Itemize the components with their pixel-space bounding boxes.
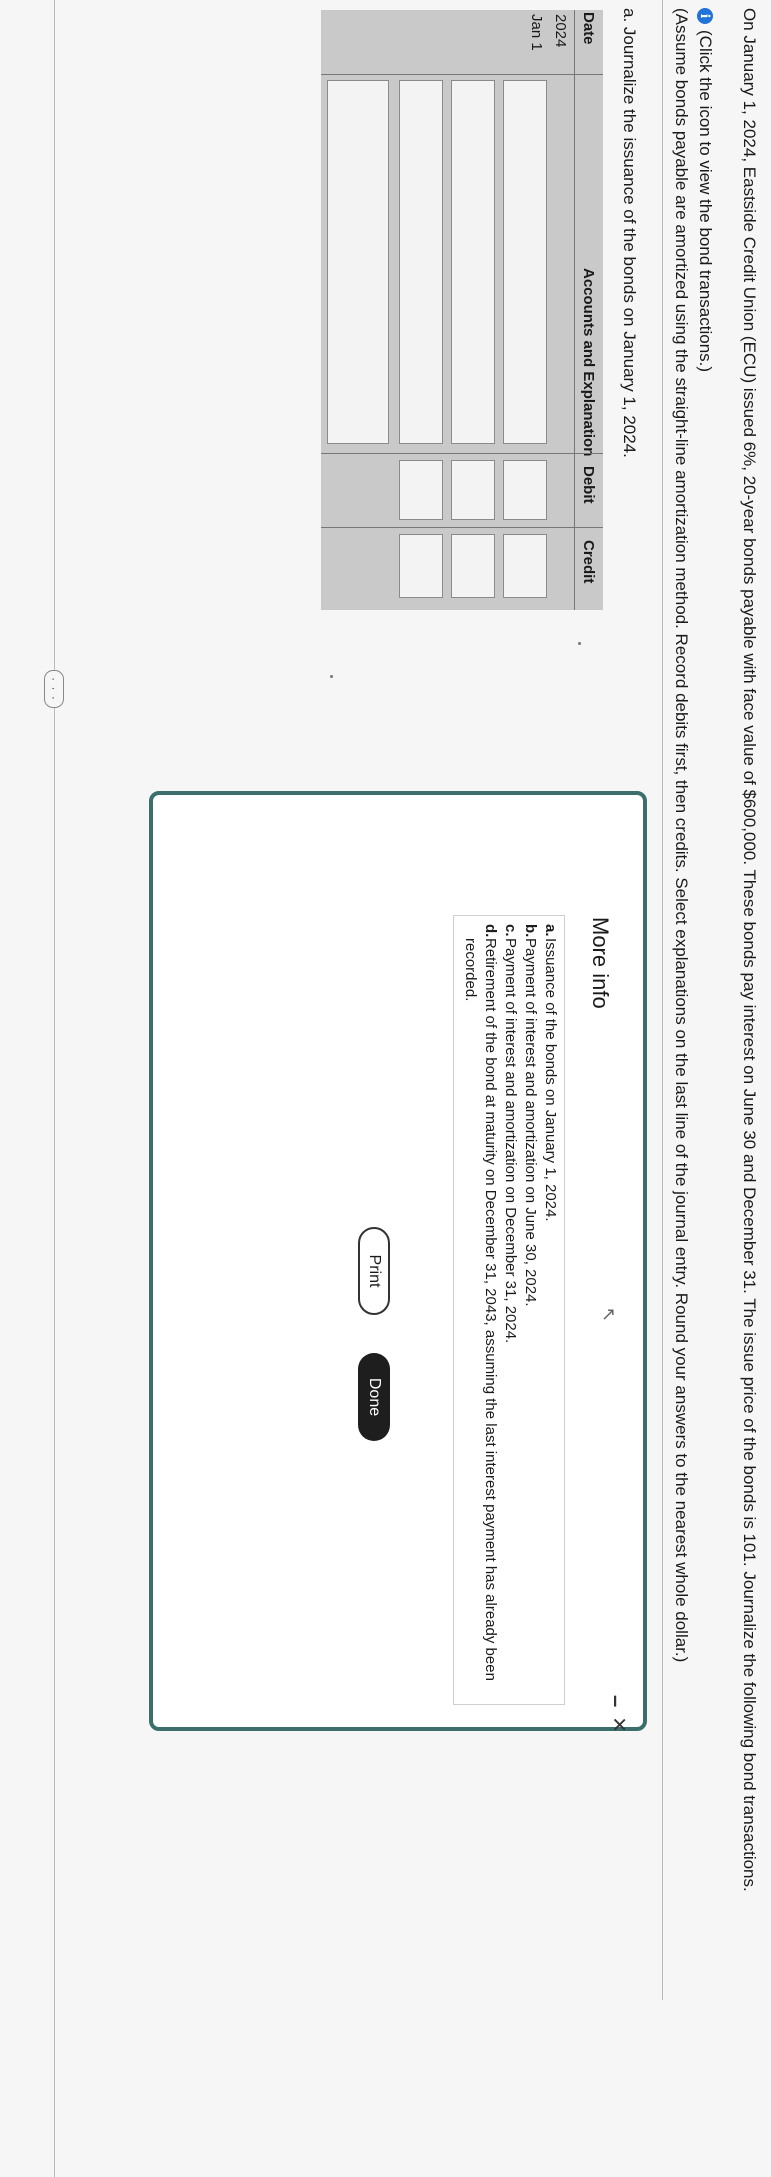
account-input[interactable] [399, 80, 443, 444]
divider [662, 0, 663, 2000]
marker-dot [578, 642, 581, 645]
item-letter: b. [522, 924, 539, 938]
print-button[interactable]: Print [358, 1227, 390, 1315]
close-button[interactable]: × [604, 1717, 635, 1732]
item-letter: a. [542, 924, 559, 937]
column-divider [321, 527, 603, 528]
header-date: Date [580, 12, 598, 45]
debit-input[interactable] [451, 460, 495, 520]
debit-input[interactable] [399, 460, 443, 520]
done-button[interactable]: Done [358, 1353, 390, 1441]
info-link-text[interactable]: (Click the icon to view the bond transac… [695, 30, 715, 372]
info-link-row[interactable]: i (Click the icon to view the bond trans… [695, 8, 715, 372]
item-text: Payment of interest and amortization on … [522, 938, 539, 1307]
item-text: Issuance of the bonds on January 1, 2024… [542, 938, 559, 1222]
transactions-list: a. Issuance of the bonds on January 1, 2… [453, 915, 565, 1705]
info-icon[interactable]: i [697, 8, 713, 24]
account-input[interactable] [451, 80, 495, 444]
journal-year: 2024 [552, 14, 569, 48]
list-item: c. Payment of interest and amortization … [500, 924, 520, 1696]
list-item: d. Retirement of the bond at maturity on… [460, 924, 500, 1696]
credit-input[interactable] [399, 534, 443, 598]
account-input[interactable] [503, 80, 547, 444]
item-text: Retirement of the bond at maturity on De… [462, 938, 499, 1681]
list-item: b. Payment of interest and amortization … [520, 924, 540, 1696]
minimize-button[interactable]: – [603, 1695, 629, 1707]
item-letter: c. [502, 924, 519, 937]
journal-table: Date Accounts and Explanation Debit Cred… [321, 10, 603, 610]
part-a-prompt: a. Journalize the issuance of the bonds … [620, 8, 639, 458]
marker-dot [330, 675, 333, 678]
problem-statement: On January 1, 2024, Eastside Credit Unio… [740, 8, 759, 1892]
dialog-title: More info [588, 917, 613, 1009]
item-text: Payment of interest and amortization on … [502, 938, 519, 1344]
header-accounts: Accounts and Explanation [580, 268, 598, 457]
header-debit: Debit [580, 466, 598, 504]
expand-button[interactable]: · · · [44, 670, 64, 708]
column-divider [321, 453, 603, 454]
item-letter: d. [482, 924, 499, 938]
credit-input[interactable] [451, 534, 495, 598]
instructions: (Assume bonds payable are amortized usin… [672, 8, 691, 1663]
journal-date: Jan 1 [528, 14, 545, 51]
debit-input[interactable] [503, 460, 547, 520]
header-divider [574, 10, 575, 610]
divider [54, 0, 55, 2177]
explanation-input[interactable] [327, 80, 389, 444]
credit-input[interactable] [503, 534, 547, 598]
list-item: a. Issuance of the bonds on January 1, 2… [540, 924, 560, 1696]
header-credit: Credit [580, 540, 598, 584]
cursor-icon: ↖ [599, 1307, 619, 1323]
more-info-dialog: More info ↖ – × a. Issuance of the bonds… [149, 791, 647, 1732]
column-divider [321, 74, 603, 75]
